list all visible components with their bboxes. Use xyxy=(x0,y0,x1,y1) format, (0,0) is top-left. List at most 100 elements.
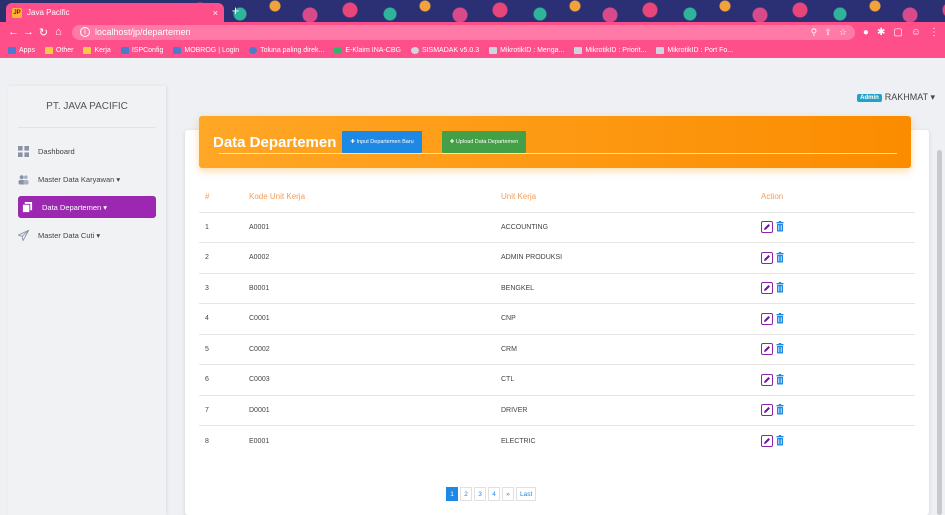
upload-departemen-button[interactable]: ✚ Upload Data Departemen xyxy=(441,131,527,153)
page-title: Data Departemen xyxy=(213,133,337,151)
action-cell xyxy=(761,425,915,456)
kode-unit-cell: E0001 xyxy=(249,425,501,456)
row-number: 5 xyxy=(199,333,249,365)
users-icon xyxy=(18,174,29,185)
page-next-button[interactable]: » xyxy=(502,487,514,501)
delete-trash-icon[interactable] xyxy=(776,343,786,355)
bookmark-mikrotik-2[interactable]: MikrotikID : Priorit... xyxy=(574,46,646,54)
eklaim-icon xyxy=(334,46,343,54)
user-menu[interactable]: Admin RAKHMAT ▾ xyxy=(857,92,935,103)
unit-kerja-cell: ELECTRIC xyxy=(501,425,761,456)
bookmark-mikrotik-3[interactable]: MikrotikID : Port Fo... xyxy=(656,46,733,54)
site-info-icon[interactable]: i xyxy=(79,27,90,37)
column-header-unit: Unit Kerja xyxy=(501,192,537,202)
departemen-table: # Kode Unit Kerja Unit Kerja Action 1 A00… xyxy=(199,182,915,456)
sidebar-item-dashboard[interactable]: Dashboard xyxy=(8,140,166,162)
sidebar-item-label: Master Data Cuti ▾ xyxy=(38,230,101,240)
delete-trash-icon[interactable] xyxy=(776,404,786,416)
input-departemen-button[interactable]: ✚ Input Departemen Baru xyxy=(342,131,422,153)
card-header: Data Departemen ✚ Input Departemen Baru … xyxy=(199,116,911,168)
documents-icon xyxy=(22,201,33,213)
unit-kerja-cell: CTL xyxy=(501,364,761,395)
dashboard-icon xyxy=(18,145,29,157)
extensions-puzzle-icon[interactable]: ✱ xyxy=(877,27,885,38)
bookmark-eklaim[interactable]: E-Klaim INA-CBG xyxy=(334,46,401,54)
action-cell xyxy=(761,242,915,273)
row-number: 4 xyxy=(199,303,249,334)
kode-unit-cell: C0003 xyxy=(249,364,501,395)
page-scrollbar[interactable] xyxy=(937,150,942,515)
delete-trash-icon[interactable] xyxy=(776,373,786,386)
bookmark-toluna[interactable]: Toluna paling direk... xyxy=(249,46,324,54)
delete-trash-icon[interactable] xyxy=(776,282,786,294)
table-row: 6 C0003 CTL xyxy=(199,364,915,395)
bookmark-apps[interactable]: Apps xyxy=(8,46,35,54)
mikrotik-icon xyxy=(489,46,498,54)
action-cell xyxy=(761,333,915,365)
bookmark-star-icon[interactable]: ☆ xyxy=(839,27,847,38)
browser-menu-icon[interactable]: ⋮ xyxy=(929,27,939,38)
bookmark-mikrotik-1[interactable]: MikrotikID : Menga... xyxy=(489,46,564,54)
user-name: RAKHMAT ▾ xyxy=(884,92,935,102)
folder-icon xyxy=(44,46,53,54)
edit-pencil-icon[interactable] xyxy=(761,282,773,295)
mikrotik-icon xyxy=(656,46,665,54)
page-4-button[interactable]: 4 xyxy=(488,487,500,501)
edit-pencil-icon[interactable] xyxy=(761,251,773,264)
edit-pencil-icon[interactable] xyxy=(761,373,773,386)
sidebar-item-label: Data Departemen ▾ xyxy=(42,202,108,212)
row-number: 8 xyxy=(199,425,249,456)
sidebar-item-master-data-cuti[interactable]: Master Data Cuti ▾ xyxy=(8,224,166,246)
bookmark-mobrog[interactable]: MOBROG | Login xyxy=(173,46,239,54)
ispconfig-icon xyxy=(120,46,129,54)
brand-title[interactable]: PT. JAVA PACIFIC xyxy=(18,86,156,128)
url-input[interactable]: i localhost/jp/departemen ⚲ ⇪ ☆ xyxy=(71,24,855,40)
home-icon[interactable]: ⌂ xyxy=(51,26,66,38)
delete-trash-icon[interactable] xyxy=(776,251,786,264)
table-row: 4 C0001 CNP xyxy=(199,303,915,334)
column-header-kode: Kode Unit Kerja xyxy=(249,192,306,202)
edit-pencil-icon[interactable] xyxy=(761,343,773,356)
back-arrow-icon[interactable]: ← xyxy=(6,26,21,38)
page-last-button[interactable]: Last xyxy=(516,487,537,501)
edit-pencil-icon[interactable] xyxy=(761,221,773,234)
extension-icon[interactable]: ● xyxy=(863,27,869,38)
table-row: 3 B0001 BENGKEL xyxy=(199,272,915,304)
kode-unit-cell: C0001 xyxy=(249,303,501,334)
reload-icon[interactable]: ↻ xyxy=(36,26,51,39)
edit-pencil-icon[interactable] xyxy=(761,312,773,325)
sidebar-item-data-departemen[interactable]: Data Departemen ▾ xyxy=(18,196,156,218)
delete-trash-icon[interactable] xyxy=(776,435,786,447)
sidebar-item-master-data-karyawan[interactable]: Master Data Karyawan ▾ xyxy=(8,168,166,190)
unit-kerja-cell: ADMIN PRODUKSI xyxy=(501,242,761,273)
table-row: 8 E0001 ELECTRIC xyxy=(199,425,915,456)
browser-tab[interactable]: JP Java Pacific × xyxy=(6,3,224,22)
bookmark-kerja[interactable]: Kerja xyxy=(83,46,111,54)
row-number: 7 xyxy=(199,394,249,426)
action-cell xyxy=(761,272,915,304)
bookmark-other[interactable]: Other xyxy=(44,46,73,54)
profile-avatar-icon[interactable]: ☺ xyxy=(911,27,921,38)
delete-trash-icon[interactable] xyxy=(776,312,786,325)
share-icon[interactable]: ⇪ xyxy=(824,27,832,38)
page-3-button[interactable]: 3 xyxy=(474,487,486,501)
edit-pencil-icon[interactable] xyxy=(761,435,773,447)
page-2-button[interactable]: 2 xyxy=(460,487,472,501)
edit-pencil-icon[interactable] xyxy=(761,404,773,417)
forward-arrow-icon[interactable]: → xyxy=(21,26,36,38)
sidepanel-icon[interactable]: ▢ xyxy=(893,27,902,38)
bookmark-sismadak[interactable]: SISMADAK v5.0.3 xyxy=(410,46,479,54)
delete-trash-icon[interactable] xyxy=(776,221,786,233)
page-1-button[interactable]: 1 xyxy=(446,487,458,501)
table-row: 1 A0001 ACCOUNTING xyxy=(199,211,915,243)
bookmarks-bar: Apps Other Kerja ISPConfig MOBROG | Logi… xyxy=(0,42,945,58)
column-header-action: Action xyxy=(761,192,784,202)
tab-close-icon[interactable]: × xyxy=(213,8,218,18)
unit-kerja-cell: CRM xyxy=(501,333,761,365)
action-cell xyxy=(761,364,915,395)
zoom-icon[interactable]: ⚲ xyxy=(811,27,818,38)
unit-kerja-cell: BENGKEL xyxy=(501,272,761,304)
new-tab-button[interactable]: + xyxy=(228,4,243,19)
unit-kerja-cell: CNP xyxy=(501,303,761,334)
bookmark-ispconfig[interactable]: ISPConfig xyxy=(120,46,163,54)
